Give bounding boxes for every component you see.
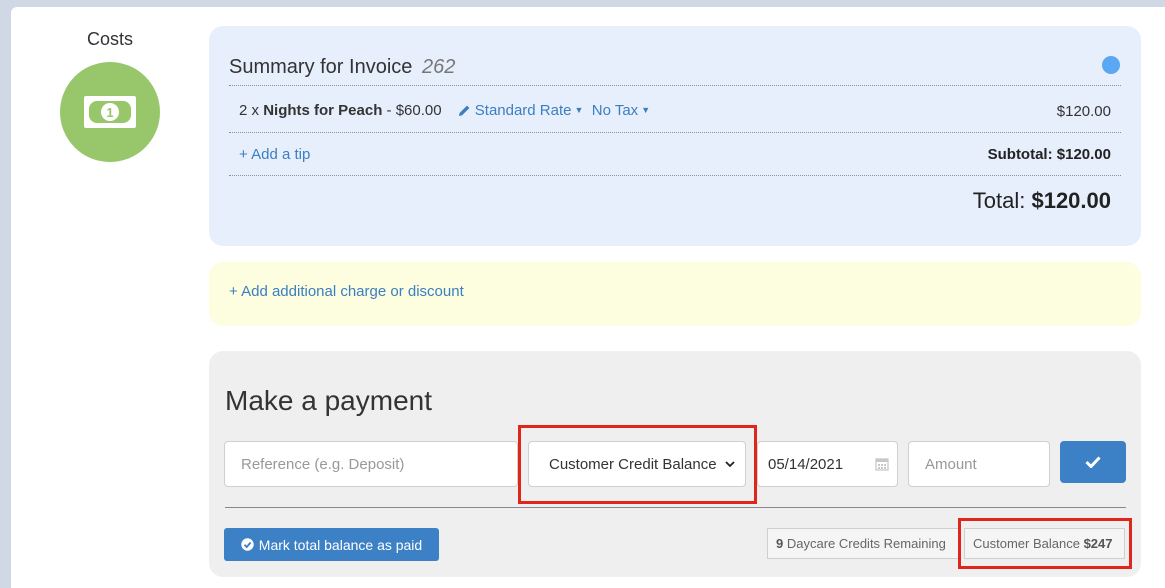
- summary-title: Summary for Invoice 262: [229, 56, 455, 79]
- checkmark-icon: [1085, 456, 1101, 468]
- line-item-total: $120.00: [1056, 103, 1111, 120]
- dollar-bill-icon: 1: [60, 62, 160, 162]
- summary-title-text: Summary for Invoice: [229, 56, 413, 78]
- line-item-quantity: 2 x: [239, 102, 260, 119]
- add-tip-link[interactable]: + Add a tip: [239, 146, 310, 163]
- tax-dropdown[interactable]: No Tax ▼: [592, 102, 650, 119]
- pencil-icon[interactable]: [458, 104, 471, 121]
- line-item-name: Nights for Peach: [263, 102, 383, 119]
- status-dot: [1102, 56, 1120, 74]
- line-item: 2 x Nights for Peach - $60.00 Standard R…: [239, 102, 650, 121]
- chevron-down-icon: ▼: [574, 105, 584, 115]
- total-value: $120.00: [1031, 188, 1111, 213]
- invoice-number: 262: [421, 56, 456, 78]
- amount-input[interactable]: Amount: [908, 441, 1050, 487]
- reference-placeholder: Reference (e.g. Deposit): [241, 455, 405, 473]
- subtotal: Subtotal: $120.00: [987, 146, 1111, 163]
- mark-paid-button[interactable]: Mark total balance as paid: [224, 528, 439, 561]
- divider: [229, 85, 1121, 86]
- total: Total: $120.00: [973, 188, 1111, 214]
- tax-label: No Tax: [591, 102, 639, 119]
- date-value: 05/14/2021: [768, 455, 844, 473]
- mark-paid-label: Mark total balance as paid: [258, 536, 423, 553]
- reference-input[interactable]: Reference (e.g. Deposit): [224, 441, 518, 487]
- rate-label: Standard Rate: [474, 102, 572, 119]
- invoice-summary-panel: Summary for Invoice 262 2 x Nights for P…: [209, 26, 1141, 246]
- check-circle-icon: [241, 538, 254, 551]
- costs-heading: Costs: [86, 29, 133, 49]
- additional-charge-panel: + Add additional charge or discount: [209, 262, 1141, 326]
- rate-dropdown[interactable]: Standard Rate ▼: [475, 102, 584, 119]
- credits-label: Daycare Credits Remaining: [786, 536, 946, 551]
- add-charge-link[interactable]: + Add additional charge or discount: [229, 283, 464, 300]
- total-label: Total:: [972, 188, 1026, 213]
- credits-count: 9: [776, 536, 784, 551]
- line-item-unit-price: - $60.00: [386, 102, 442, 119]
- calendar-icon: [875, 458, 889, 471]
- divider: [229, 132, 1121, 133]
- amount-placeholder: Amount: [925, 455, 977, 473]
- divider: [225, 507, 1126, 508]
- svg-text:1: 1: [106, 105, 113, 120]
- submit-payment-button[interactable]: [1060, 441, 1126, 483]
- divider: [229, 175, 1121, 176]
- highlight-box: [518, 425, 757, 504]
- highlight-box: [958, 518, 1132, 569]
- chevron-down-icon: ▼: [641, 105, 651, 115]
- date-input[interactable]: 05/14/2021: [757, 441, 898, 487]
- payment-title: Make a payment: [225, 385, 432, 416]
- credits-badge: 9 Daycare Credits Remaining: [767, 528, 959, 559]
